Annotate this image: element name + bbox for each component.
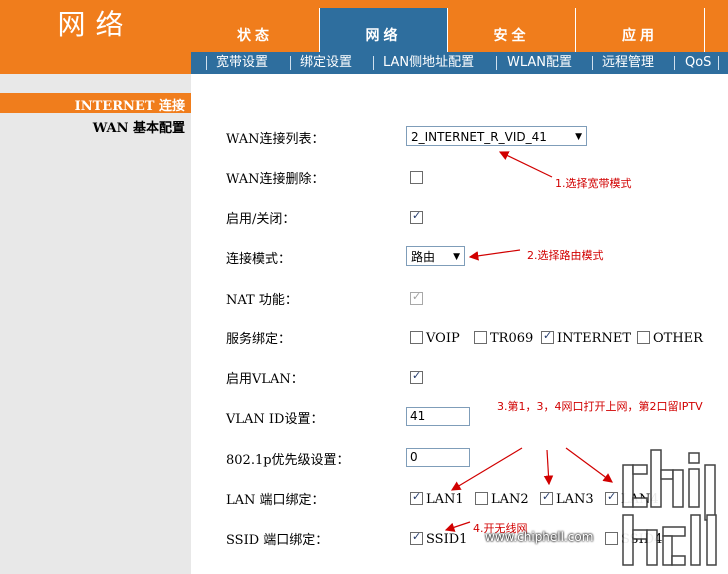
arrow-3b <box>543 449 554 486</box>
chiphell-watermark-logo <box>622 449 717 566</box>
arrow-2 <box>468 249 521 261</box>
watermark-url: www.chiphell.com <box>485 530 594 544</box>
arrow-4 <box>444 521 471 532</box>
arrow-3a <box>450 447 523 491</box>
arrow-1 <box>498 151 553 178</box>
arrow-3c <box>565 447 613 483</box>
